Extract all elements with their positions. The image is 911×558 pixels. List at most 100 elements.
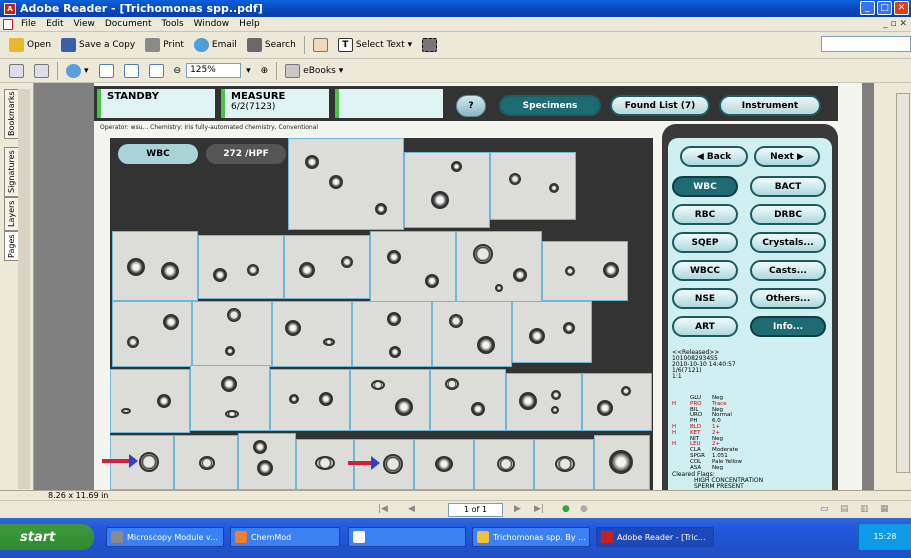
- go-forward-icon[interactable]: ●: [580, 504, 588, 514]
- class-casts-button[interactable]: Casts...: [750, 260, 826, 281]
- particle-image[interactable]: [582, 373, 652, 431]
- tab-layers[interactable]: Layers: [4, 197, 19, 231]
- fit-width-button[interactable]: [144, 61, 169, 81]
- copy-button[interactable]: [29, 61, 54, 81]
- chevron-down-icon[interactable]: ▾: [84, 66, 89, 76]
- rotate-button[interactable]: [4, 61, 29, 81]
- help-button[interactable]: ?: [456, 95, 486, 117]
- prev-page-button[interactable]: ◀: [408, 504, 415, 514]
- facing-icon[interactable]: ▥: [860, 504, 869, 514]
- zoom-level-field[interactable]: 125%: [186, 63, 242, 78]
- search-button[interactable]: Search: [242, 35, 301, 55]
- particle-image[interactable]: [370, 231, 456, 303]
- particle-image[interactable]: [190, 365, 270, 431]
- actual-size-button[interactable]: [94, 61, 119, 81]
- class-drbc-button[interactable]: DRBC: [750, 204, 826, 225]
- particle-image[interactable]: [490, 152, 576, 220]
- page-number-field[interactable]: 1 of 1: [448, 503, 503, 517]
- menu-view[interactable]: View: [69, 19, 100, 29]
- task-trichomonas-folder[interactable]: Trichomonas spp. By ...: [472, 527, 590, 547]
- particle-image[interactable]: [432, 301, 512, 367]
- particle-image[interactable]: [198, 235, 284, 299]
- zoom-dropdown[interactable]: ▾: [241, 61, 256, 81]
- go-back-icon[interactable]: ●: [562, 504, 570, 514]
- class-wbc-button[interactable]: WBC: [672, 176, 738, 197]
- save-copy-button[interactable]: Save a Copy: [56, 35, 140, 55]
- particle-image[interactable]: [270, 369, 350, 431]
- task-chemmod[interactable]: ChemMod: [230, 527, 340, 547]
- single-page-icon[interactable]: ▭: [820, 504, 829, 514]
- menu-tools[interactable]: Tools: [157, 19, 189, 29]
- particle-image[interactable]: [542, 241, 628, 301]
- particle-image[interactable]: [112, 231, 198, 301]
- chevron-down-icon[interactable]: ▾: [408, 40, 413, 50]
- particle-image[interactable]: [110, 369, 190, 433]
- email-button[interactable]: Email: [189, 35, 242, 55]
- nav-pane-splitter[interactable]: [18, 89, 30, 489]
- maximize-button[interactable]: □: [877, 1, 892, 15]
- print-button[interactable]: Print: [140, 35, 189, 55]
- particle-image[interactable]: [272, 301, 352, 367]
- doc-window-controls[interactable]: _ ▫ ✕: [883, 19, 907, 29]
- tab-pages[interactable]: Pages: [4, 231, 19, 261]
- class-crystals-button[interactable]: Crystals...: [750, 232, 826, 253]
- vertical-scrollbar[interactable]: [874, 83, 911, 490]
- particle-image[interactable]: [430, 369, 506, 431]
- ebooks-button[interactable]: eBooks ▾: [280, 61, 348, 81]
- next-page-button[interactable]: ▶: [514, 504, 521, 514]
- document-viewport[interactable]: STANDBY MEASURE 6/2(7123) ? Specimens Fou…: [34, 83, 874, 490]
- particle-image[interactable]: [192, 301, 272, 367]
- zoom-tool-button[interactable]: ▾: [61, 61, 94, 81]
- task-adobe-reader[interactable]: Adobe Reader - [Tric...: [596, 527, 714, 547]
- hand-tool-button[interactable]: [308, 35, 333, 55]
- back-button[interactable]: ◀ Back: [680, 146, 748, 167]
- menu-edit[interactable]: Edit: [41, 19, 68, 29]
- close-button[interactable]: ✕: [894, 1, 909, 15]
- particle-image[interactable]: [474, 439, 534, 490]
- tab-instrument[interactable]: Instrument: [719, 95, 821, 116]
- minimize-button[interactable]: _: [860, 1, 875, 15]
- particle-image[interactable]: [238, 433, 296, 490]
- menu-help[interactable]: Help: [234, 19, 265, 29]
- menu-window[interactable]: Window: [189, 19, 235, 29]
- first-page-button[interactable]: |◀: [378, 504, 388, 514]
- menu-document[interactable]: Document: [100, 19, 157, 29]
- last-page-button[interactable]: ▶|: [534, 504, 544, 514]
- particle-image[interactable]: [594, 435, 650, 490]
- next-button[interactable]: Next ▶: [754, 146, 820, 167]
- continuous-icon[interactable]: ▤: [840, 504, 849, 514]
- particle-image[interactable]: [352, 301, 432, 367]
- zoom-in-button[interactable]: ⊕: [256, 61, 274, 81]
- particle-image[interactable]: [506, 373, 582, 431]
- particle-image[interactable]: [296, 439, 354, 490]
- tab-specimens[interactable]: Specimens: [499, 95, 601, 116]
- snapshot-tool-button[interactable]: [417, 35, 442, 55]
- particle-image[interactable]: [414, 439, 474, 490]
- horizontal-scrollbar[interactable]: 8.26 x 11.69 in: [0, 490, 911, 500]
- tab-signatures[interactable]: Signatures: [4, 147, 19, 197]
- class-wbcc-button[interactable]: WBCC: [672, 260, 738, 281]
- task-blank[interactable]: [348, 527, 466, 547]
- fit-page-button[interactable]: [119, 61, 144, 81]
- search-field[interactable]: [821, 36, 911, 52]
- tab-found-list[interactable]: Found List (7): [610, 95, 710, 116]
- particle-image[interactable]: [350, 369, 430, 431]
- particle-image[interactable]: [534, 439, 594, 490]
- tab-bookmarks[interactable]: Bookmarks: [4, 89, 19, 139]
- continuous-facing-icon[interactable]: ▦: [880, 504, 889, 514]
- class-bact-button[interactable]: BACT: [750, 176, 826, 197]
- particle-image[interactable]: [456, 231, 542, 303]
- particle-image[interactable]: [288, 138, 404, 230]
- class-art-button[interactable]: ART: [672, 316, 738, 337]
- particle-image[interactable]: [404, 152, 490, 228]
- class-sqep-button[interactable]: SQEP: [672, 232, 738, 253]
- particle-image[interactable]: [284, 235, 370, 299]
- open-button[interactable]: Open: [4, 35, 56, 55]
- start-button[interactable]: start: [0, 524, 94, 550]
- scroll-thumb[interactable]: [896, 93, 910, 473]
- info-button[interactable]: Info...: [750, 316, 826, 337]
- class-nse-button[interactable]: NSE: [672, 288, 738, 309]
- particle-image[interactable]: [174, 435, 238, 490]
- task-microscopy-module[interactable]: Microscopy Module v...: [106, 527, 224, 547]
- class-others-button[interactable]: Others...: [750, 288, 826, 309]
